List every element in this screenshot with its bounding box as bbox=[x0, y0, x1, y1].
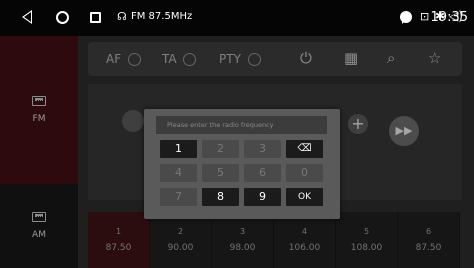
key-5[interactable]: 5 bbox=[202, 164, 239, 182]
frequency-keypad-dialog: 1 2 3 ⌫ 4 5 6 0 7 8 9 OK bbox=[144, 109, 340, 219]
key-4[interactable]: 4 bbox=[160, 164, 197, 182]
key-0[interactable]: 0 bbox=[286, 164, 323, 182]
key-6[interactable]: 6 bbox=[244, 164, 281, 182]
lock-icon: ⊡ bbox=[420, 10, 430, 23]
ok-button[interactable]: OK bbox=[286, 188, 323, 206]
key-8[interactable]: 8 bbox=[202, 188, 239, 206]
key-2[interactable]: 2 bbox=[202, 140, 239, 158]
key-7[interactable]: 7 bbox=[160, 188, 197, 206]
status-time: 19:35 bbox=[430, 10, 468, 25]
message-icon bbox=[400, 11, 412, 24]
keypad-grid: 1 2 3 ⌫ 4 5 6 0 7 8 9 OK bbox=[160, 140, 324, 206]
key-9[interactable]: 9 bbox=[244, 188, 281, 206]
key-1[interactable]: 1 bbox=[160, 140, 197, 158]
radio-antenna-icon: ☊ bbox=[117, 10, 127, 23]
status-bar: ☊ FM 87.5MHz ⊡ ✱ ◁) 19:35 bbox=[0, 0, 474, 36]
backspace-icon[interactable]: ⌫ bbox=[286, 140, 323, 158]
frequency-input[interactable] bbox=[156, 116, 327, 134]
key-3[interactable]: 3 bbox=[244, 140, 281, 158]
recent-apps-icon[interactable] bbox=[90, 12, 101, 23]
home-icon[interactable] bbox=[56, 11, 69, 24]
back-icon[interactable] bbox=[22, 10, 32, 24]
status-frequency: FM 87.5MHz bbox=[131, 11, 193, 22]
